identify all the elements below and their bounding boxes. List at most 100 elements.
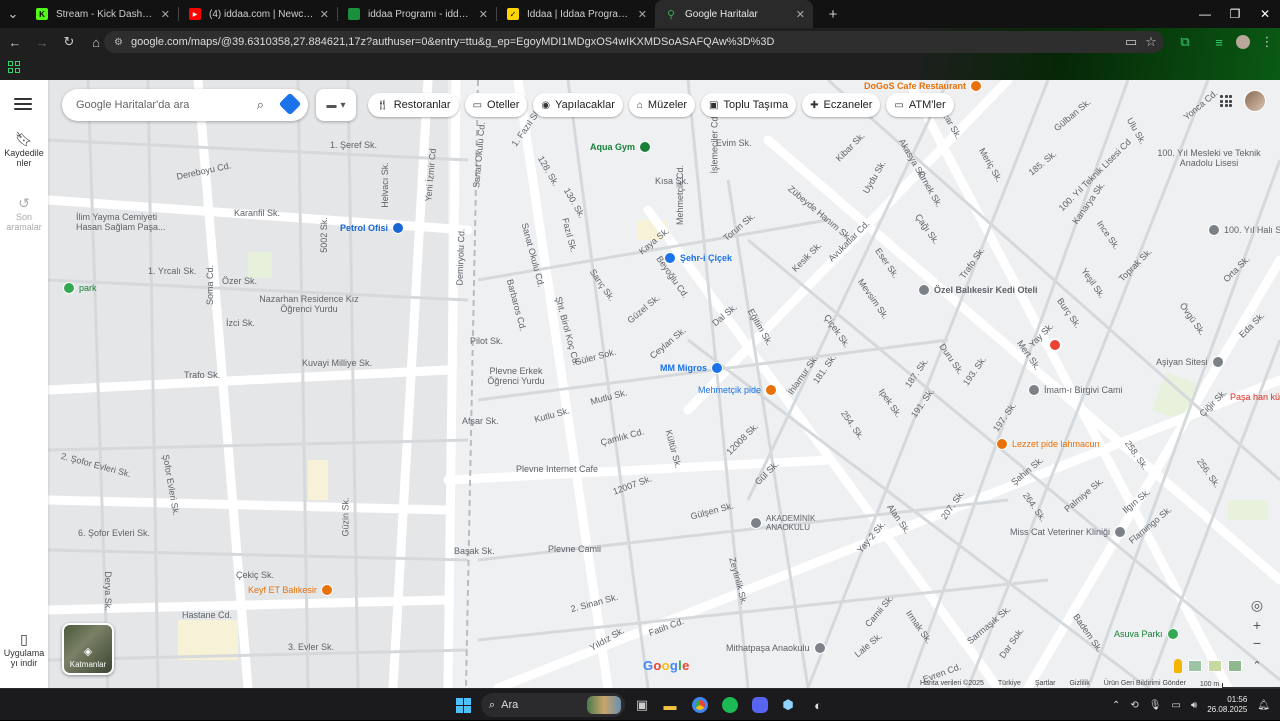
- place-marker-mehmetcik-pide[interactable]: Mehmetçik pide: [698, 384, 778, 396]
- reading-list-icon[interactable]: ≡: [1207, 30, 1231, 54]
- close-tab-icon[interactable]: ✕: [638, 8, 647, 21]
- menu-icon[interactable]: [14, 98, 32, 110]
- search-icon[interactable]: ⌕: [257, 97, 264, 113]
- taskbar-search[interactable]: ⌕ Ara: [481, 693, 625, 717]
- microphone-icon[interactable]: 🎙︎: [1149, 700, 1162, 711]
- place-marker-100-yil-lisesi[interactable]: 100. Yıl Mesleki ve Teknik Anadolu Lises…: [1154, 148, 1264, 168]
- start-button[interactable]: [453, 695, 473, 715]
- saved-button[interactable]: 🔖︎ Kaydedile nler: [0, 132, 48, 168]
- chrome-icon[interactable]: [690, 695, 710, 715]
- tab-search-icon[interactable]: ⌄: [0, 2, 26, 26]
- tab-google-maps[interactable]: ⚲ Google Haritalar ✕: [655, 0, 813, 28]
- place-marker-mithatpasa[interactable]: Mithatpaşa Anaokulu: [726, 642, 826, 654]
- place-marker-keyf-et[interactable]: Keyf ET Balıkesir: [248, 584, 333, 596]
- directions-icon[interactable]: [278, 92, 302, 116]
- place-marker-aqua-gym[interactable]: Aqua Gym: [590, 141, 652, 153]
- volume-icon[interactable]: 🔊︎: [1191, 700, 1197, 711]
- layer-toggle-icon: ▬: [326, 99, 337, 111]
- profile-avatar[interactable]: [1231, 30, 1255, 54]
- tab-youtube[interactable]: ▶ (4) iddaa.com | Newcastle (2-3) ✕: [179, 0, 337, 28]
- back-icon[interactable]: ←: [3, 30, 27, 54]
- mosque-icon: [1028, 384, 1040, 396]
- extensions-icon[interactable]: ⧉: [1173, 30, 1197, 54]
- place-marker-sehri-cicek[interactable]: Şehr-i Çiçek: [664, 252, 732, 264]
- menu-dots-icon[interactable]: ⋮: [1255, 30, 1279, 54]
- place-marker-plevne-camii[interactable]: Plevne Camii: [548, 544, 601, 554]
- pegman-icon[interactable]: [1174, 659, 1182, 673]
- app-icon[interactable]: ⬢: [778, 695, 798, 715]
- place-marker-100-yil-hali[interactable]: 100. Yıl Halı S: [1208, 224, 1280, 236]
- place-marker-dogos[interactable]: DoGoS Cafe Restaurant: [864, 80, 983, 92]
- imagery-thumb[interactable]: [1208, 660, 1222, 672]
- restaurant-icon: [765, 384, 778, 396]
- google-apps-icon[interactable]: [1220, 95, 1232, 107]
- place-marker-migros[interactable]: MM Migros: [660, 362, 723, 374]
- place-marker-kedi-oteli[interactable]: Özel Balıkesir Kedi Oteli: [918, 284, 1038, 296]
- place-marker-pasa-han[interactable]: Paşa han kü: [1230, 392, 1280, 402]
- chip-yapilacaklar[interactable]: ◉ Yapılacaklar: [533, 93, 623, 117]
- place-marker-imam-birgivi[interactable]: İmam-ı Birgivi Cami: [1028, 384, 1123, 396]
- my-location-icon[interactable]: ◎: [1246, 594, 1268, 616]
- steam-icon[interactable]: ◐: [808, 695, 828, 715]
- tab-kick[interactable]: K Stream - Kick Dashboard ✕: [26, 0, 178, 28]
- forward-icon[interactable]: →: [30, 30, 54, 54]
- place-marker-asuva-parki[interactable]: Asuva Parkı: [1114, 628, 1179, 640]
- task-view-icon[interactable]: ▣: [632, 695, 652, 715]
- spotify-icon[interactable]: [720, 695, 740, 715]
- bookmark-star-icon[interactable]: ☆: [1139, 30, 1163, 54]
- discord-icon[interactable]: [750, 695, 770, 715]
- place-marker-internet-cafe[interactable]: Plevne Internet Cafe: [516, 464, 598, 474]
- place-marker-petrol-ofisi[interactable]: Petrol Ofisi: [340, 222, 405, 234]
- chip-eczaneler[interactable]: ✚ Eczaneler: [802, 93, 881, 117]
- chip-toplu-tasima[interactable]: ▣ Toplu Taşıma: [701, 93, 797, 117]
- chip-muzeler[interactable]: ⌂ Müzeler: [628, 93, 696, 117]
- notification-bell-icon[interactable]: 🔔︎: [1257, 700, 1270, 711]
- place-marker-akademinik[interactable]: AKADEMİNİK ANAOKULU: [750, 514, 840, 532]
- close-tab-icon[interactable]: ✕: [320, 8, 329, 21]
- place-marker-park[interactable]: park: [63, 282, 97, 294]
- chip-oteller[interactable]: ▭ Oteller: [464, 93, 528, 117]
- network-icon[interactable]: ▭: [1171, 700, 1180, 711]
- tab-iddaa-program[interactable]: iddaa Programı - iddaa Bülten ✕: [338, 0, 496, 28]
- tab-iddaa-canli[interactable]: ✓ İddaa | İddaa Programı | Canlı İ... ✕: [497, 0, 655, 28]
- place-marker-asiyan[interactable]: Aşiyan Sitesi: [1156, 356, 1224, 368]
- place-marker-plevne-yurdu[interactable]: Plevne Erkek Öğrenci Yurdu: [480, 366, 552, 386]
- clock[interactable]: 01:56 26.08.2025: [1207, 695, 1247, 715]
- park-icon: [63, 282, 75, 294]
- get-app-button[interactable]: ▯ Uygulama yı indir: [0, 632, 48, 668]
- tray-overflow-icon[interactable]: ⌃: [1112, 700, 1120, 711]
- zoom-out-button[interactable]: −: [1246, 632, 1268, 654]
- reload-icon[interactable]: ↻: [57, 30, 81, 54]
- close-window-icon[interactable]: ✕: [1250, 0, 1280, 28]
- site-info-icon[interactable]: ⚙: [114, 37, 123, 48]
- tab-title: (4) iddaa.com | Newcastle (2-3): [209, 8, 314, 20]
- apps-grid-icon[interactable]: [8, 61, 20, 73]
- search-input[interactable]: Google Haritalar'da ara ⌕: [62, 89, 308, 121]
- close-tab-icon[interactable]: ✕: [161, 8, 170, 21]
- imagery-thumb[interactable]: [1188, 660, 1202, 672]
- train-icon: ▣: [709, 99, 719, 111]
- restore-icon[interactable]: ❐: [1220, 0, 1250, 28]
- place-marker-ilim-yayma[interactable]: İlim Yayma Cemiyeti Hasan Sağlam Paşa...: [76, 212, 184, 232]
- chip-restoranlar[interactable]: 🍴︎ Restoranlar: [368, 93, 459, 117]
- transit-layer-button[interactable]: ▬ ▾: [316, 89, 356, 121]
- place-marker-lezzet-pide[interactable]: Lezzet pide lahmacun: [996, 438, 1100, 450]
- chevron-down-icon: ▾: [340, 99, 346, 111]
- close-tab-icon[interactable]: ✕: [796, 8, 805, 21]
- place-marker-nazarhan[interactable]: Nazarhan Residence Kız Öğrenci Yurdu: [254, 294, 364, 314]
- recent-button[interactable]: ↺ Son aramalar: [0, 196, 48, 232]
- close-tab-icon[interactable]: ✕: [479, 8, 488, 21]
- new-tab-button[interactable]: +: [821, 2, 845, 26]
- selected-pin[interactable]: [1048, 338, 1062, 352]
- sync-icon[interactable]: ⟲: [1130, 700, 1138, 711]
- account-avatar[interactable]: [1244, 90, 1266, 112]
- layers-icon: ◈: [83, 646, 93, 658]
- minimize-icon[interactable]: —: [1190, 0, 1220, 28]
- place-marker-miss-cat[interactable]: Miss Cat Veteriner Kliniği: [1010, 526, 1127, 538]
- address-bar[interactable]: ⚙ google.com/maps/@39.6310358,27.884621,…: [104, 31, 1164, 53]
- category-chips: 🍴︎ Restoranlar ▭ Oteller ◉ Yapılacaklar ⌂ Mü…: [368, 93, 954, 117]
- imagery-thumb[interactable]: [1228, 660, 1242, 672]
- chip-atm[interactable]: ▭ ATM'ler: [886, 93, 954, 117]
- file-explorer-icon[interactable]: ▬: [660, 695, 680, 715]
- layers-button[interactable]: ◈ Katmanlar: [62, 623, 114, 675]
